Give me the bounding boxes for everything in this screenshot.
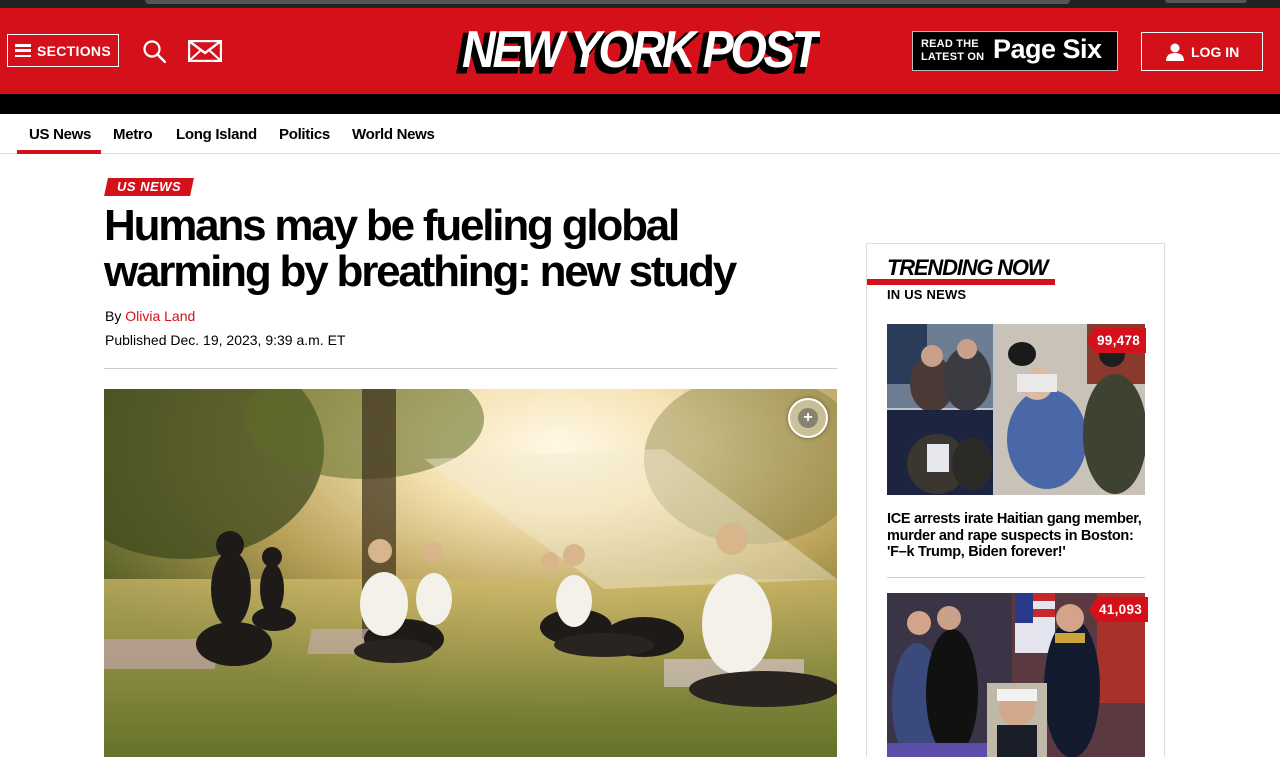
subnav-item-politics[interactable]: Politics xyxy=(279,126,330,143)
plus-icon: + xyxy=(798,408,818,428)
browser-top-strip xyxy=(0,0,1280,8)
trending-item-1-headline[interactable]: ICE arrests irate Haitian gang member, m… xyxy=(887,511,1149,561)
subnav-item-long-island[interactable]: Long Island xyxy=(176,126,257,143)
sections-label: SECTIONS xyxy=(37,42,111,59)
user-icon xyxy=(1166,43,1184,61)
trending-item-2-count: 41,093 xyxy=(1089,597,1149,622)
site-logo[interactable]: NEW YORK POST NEW YORK POST xyxy=(448,21,821,79)
subnav-item-world-news[interactable]: World News xyxy=(352,126,435,143)
byline: By Olivia Land xyxy=(105,308,195,324)
published-date: Published Dec. 19, 2023, 9:39 a.m. ET xyxy=(105,332,346,348)
sections-button[interactable]: SECTIONS xyxy=(7,34,119,67)
trending-divider xyxy=(887,577,1145,578)
pagesix-promo-button[interactable]: READ THE LATEST ON Page Six xyxy=(912,31,1118,71)
trending-underline xyxy=(867,279,1055,285)
byline-prefix: By xyxy=(105,308,122,324)
header-black-strip xyxy=(0,94,1280,114)
pagesix-logo-text: Page Six xyxy=(993,34,1102,64)
section-tag[interactable]: US NEWS xyxy=(104,178,195,196)
hero-image xyxy=(104,389,837,757)
section-subnav: US News Metro Long Island Politics World… xyxy=(0,114,1280,154)
pagesix-small-text: READ THE LATEST ON xyxy=(921,38,984,64)
subnav-item-us-news[interactable]: US News xyxy=(29,126,91,143)
subnav-active-indicator xyxy=(17,150,101,154)
subnav-item-metro[interactable]: Metro xyxy=(113,126,153,143)
article-headline: Humans may be fueling global warming by … xyxy=(104,201,737,296)
article-divider xyxy=(104,368,837,369)
hamburger-icon xyxy=(15,44,31,57)
pagesix-line-2: LATEST ON xyxy=(921,51,985,63)
image-expand-button[interactable]: + xyxy=(788,398,828,438)
mail-icon[interactable] xyxy=(188,40,222,62)
section-tag-label: US NEWS xyxy=(117,179,182,194)
top-scroll-track-secondary xyxy=(1165,0,1247,3)
trending-title: TRENDING NOW xyxy=(887,255,1049,280)
login-button[interactable]: LOG IN xyxy=(1141,32,1263,71)
site-header: SECTIONS NEW YORK POST NEW YORK POST REA… xyxy=(0,8,1280,94)
trending-item-1-count: 99,478 xyxy=(1087,328,1147,353)
trending-subtitle: IN US NEWS xyxy=(887,287,967,302)
login-label: LOG IN xyxy=(1191,43,1240,60)
pagesix-line-1: READ THE xyxy=(921,38,979,50)
author-link[interactable]: Olivia Land xyxy=(125,308,195,324)
search-icon[interactable] xyxy=(142,39,166,63)
top-scroll-track xyxy=(145,0,1070,4)
logo-text: NEW YORK POST xyxy=(462,21,820,79)
